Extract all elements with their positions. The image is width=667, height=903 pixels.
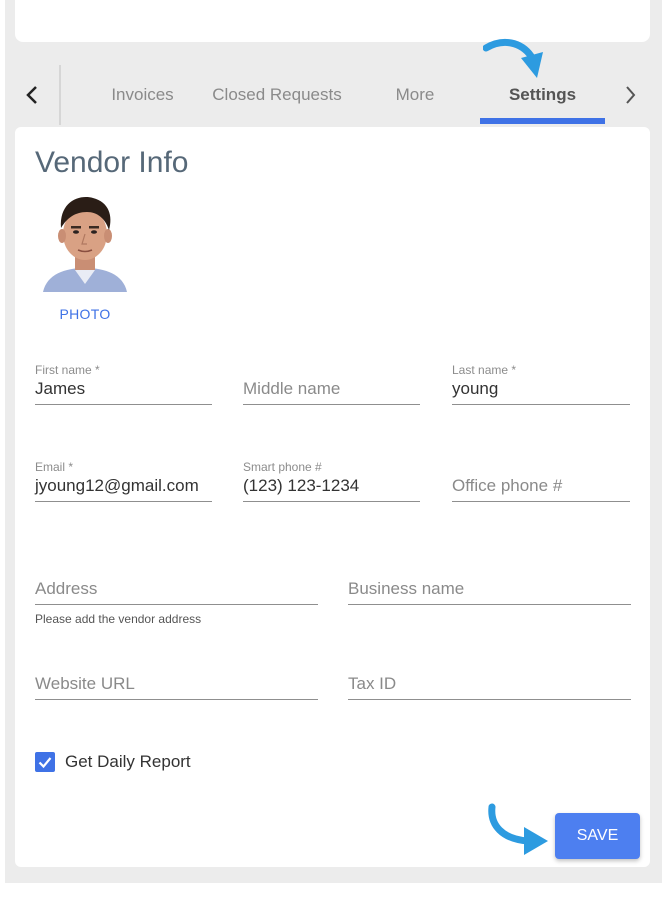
- tab-invoices[interactable]: Invoices: [90, 65, 195, 125]
- address-helper-text: Please add the vendor address: [35, 612, 202, 626]
- smart-phone-value[interactable]: (123) 123-1234: [243, 476, 359, 496]
- tab-scroll-left-button[interactable]: [5, 65, 61, 125]
- smart-phone-underline: [243, 501, 420, 502]
- active-tab-indicator: [480, 118, 605, 124]
- pointer-arrow-icon: [483, 38, 543, 78]
- tab-closed-requests[interactable]: Closed Requests: [203, 65, 351, 125]
- first-name-value[interactable]: James: [35, 379, 85, 399]
- website-url-placeholder[interactable]: Website URL: [35, 674, 135, 694]
- vendor-avatar[interactable]: [35, 190, 135, 292]
- smart-phone-label: Smart phone #: [243, 460, 322, 474]
- last-name-label: Last name *: [452, 363, 517, 377]
- office-phone-underline: [452, 501, 630, 502]
- address-underline: [35, 604, 318, 605]
- photo-upload-link[interactable]: PHOTO: [35, 306, 135, 322]
- save-button[interactable]: SAVE: [555, 813, 640, 859]
- tax-id-placeholder[interactable]: Tax ID: [348, 674, 396, 694]
- address-placeholder[interactable]: Address: [35, 579, 97, 599]
- business-name-placeholder[interactable]: Business name: [348, 579, 464, 599]
- tab-bar: Invoices Closed Requests More Settings: [5, 65, 662, 125]
- chevron-left-icon: [26, 86, 37, 104]
- tab-scroll-right-button[interactable]: [605, 65, 655, 125]
- chevron-right-icon: [626, 86, 636, 104]
- daily-report-checkbox[interactable]: [35, 752, 55, 772]
- checkmark-icon: [38, 757, 52, 769]
- page-title: Vendor Info: [35, 146, 189, 179]
- website-url-underline: [35, 699, 318, 700]
- first-name-label: First name *: [35, 363, 100, 377]
- email-underline: [35, 501, 212, 502]
- email-label: Email *: [35, 460, 74, 474]
- last-name-value[interactable]: young: [452, 379, 498, 399]
- tab-more[interactable]: More: [375, 65, 455, 125]
- middle-name-underline: [243, 404, 420, 405]
- business-name-underline: [348, 604, 631, 605]
- pointer-arrow-icon: [488, 803, 548, 855]
- first-name-underline: [35, 404, 212, 405]
- daily-report-label: Get Daily Report: [65, 752, 191, 771]
- last-name-underline: [452, 404, 630, 405]
- tax-id-underline: [348, 699, 631, 700]
- top-card: [15, 0, 650, 42]
- daily-report-option[interactable]: Get Daily Report: [35, 752, 191, 772]
- email-value[interactable]: jyoung12@gmail.com: [35, 476, 199, 496]
- middle-name-placeholder[interactable]: Middle name: [243, 379, 340, 399]
- office-phone-placeholder[interactable]: Office phone #: [452, 476, 562, 496]
